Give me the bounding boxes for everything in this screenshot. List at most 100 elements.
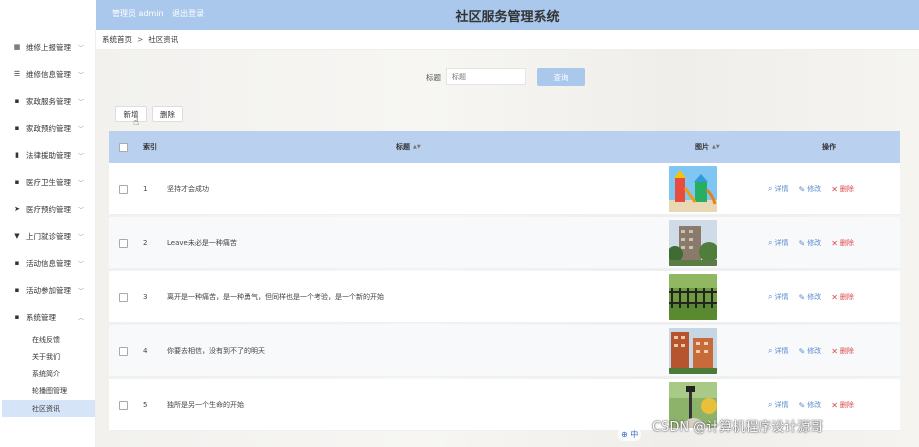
row-index: 3 [143,293,148,301]
detail-link[interactable]: ⌕ 详情 [768,346,788,356]
sidebar-item-label: 法律援助管理 [26,150,71,160]
table-header: 索引 标题 ▲▼ 图片 ▲▼ 操作 [109,131,900,163]
chevron-up-icon: ︿ [77,314,84,322]
edit-label: 修改 [807,293,822,301]
send-icon: ➤ [14,205,20,213]
edit-link[interactable]: ✎ 修改 [798,400,821,410]
sidebar-item-housekeeping[interactable]: ▪ 家政服务管理 ﹀ [0,88,96,114]
delete-link[interactable]: ✕ 删除 [831,346,854,356]
thumbnail-image [669,220,717,266]
delete-link[interactable]: ✕ 删除 [831,292,854,302]
column-header-actions: 操作 [822,143,836,151]
apps-icon: ▪ [14,124,20,132]
sidebar-item-repair-info[interactable]: ☰ 维修信息管理 ﹀ [0,61,96,87]
detail-label: 详情 [774,347,789,355]
breadcrumb: 系统首页 > 社区资讯 [96,30,919,50]
sidebar-item-activity-info[interactable]: ▪ 活动信息管理 ﹀ [0,250,96,276]
row-actions: ⌕ 详情 ✎ 修改 ✕ 删除 [768,325,864,377]
edit-link[interactable]: ✎ 修改 [798,184,821,194]
delete-button[interactable]: 删除 [152,106,183,122]
ime-toolbar[interactable]: ⊕ 中 [618,428,642,441]
sidebar-item-repair-report[interactable]: ▦ 维修上报管理 ﹀ [0,34,96,60]
sidebar-item-label: 家政服务管理 [26,96,71,106]
detail-link[interactable]: ⌕ 详情 [768,238,788,248]
row-index: 1 [143,185,148,193]
row-checkbox-cell [119,163,128,215]
edit-link[interactable]: ✎ 修改 [798,238,821,248]
apps-icon: ▪ [14,286,20,294]
delete-link[interactable]: ✕ 删除 [831,238,854,248]
edit-link[interactable]: ✎ 修改 [798,292,821,302]
chevron-down-icon: ﹀ [77,152,84,160]
sort-icon: ▲▼ [712,144,720,150]
delete-link[interactable]: ✕ 删除 [831,184,854,194]
row-checkbox-cell [119,271,128,323]
detail-label: 详情 [774,185,789,193]
sidebar-item-legal-aid[interactable]: ▮ 法律援助管理 ﹀ [0,142,96,168]
search-button[interactable]: 查询 [537,68,585,86]
column-title-label: 标题 [396,143,410,151]
table-row: 2 Leave未必是一种痛苦 ⌕ 详情 ✎ 修改 ✕ 删除 [109,217,900,269]
edit-link[interactable]: ✎ 修改 [798,346,821,356]
sidebar-item-housekeeping-booking[interactable]: ▪ 家政预约管理 ﹀ [0,115,96,141]
sidebar-item-system[interactable]: ▪ 系统管理 ︿ [0,304,96,330]
row-checkbox[interactable] [119,400,128,410]
app-title: 社区服务管理系统 [455,10,560,25]
row-title: Leave未必是一种痛苦 [167,239,237,247]
detail-label: 详情 [774,293,789,301]
sidebar-item-activity-join[interactable]: ▪ 活动参加管理 ﹀ [0,277,96,303]
ime-logo-icon: ⊕ [621,430,628,439]
row-checkbox[interactable] [119,292,128,302]
row-checkbox[interactable] [119,184,128,194]
detail-link[interactable]: ⌕ 详情 [768,292,788,302]
sidebar-item-label: 家政预约管理 [26,123,71,133]
search-input[interactable] [446,68,526,85]
search-label: 标题 [426,73,441,82]
detail-link[interactable]: ⌕ 详情 [768,400,788,410]
delete-label: 删除 [839,347,854,355]
sidebar-subitem-about[interactable]: 关于我们 [2,348,95,365]
delete-label: 删除 [839,239,854,247]
sidebar-subitem-intro[interactable]: 系统简介 [2,365,95,382]
sidebar-item-medical-booking[interactable]: ➤ 医疗预约管理 ﹀ [0,196,96,222]
close-icon: ✕ [831,238,838,248]
sort-icon: ▲▼ [413,144,421,150]
apps-icon: ▪ [14,178,20,186]
close-icon: ✕ [831,292,838,302]
detail-link[interactable]: ⌕ 详情 [768,184,788,194]
sidebar-item-home-visit[interactable]: ▼ 上门就诊管理 ﹀ [0,223,96,249]
pencil-icon: ✎ [798,292,806,302]
pin-icon: ▼ [14,232,20,240]
thumbnail-image [669,274,717,320]
row-index: 4 [143,347,148,355]
chevron-down-icon: ﹀ [77,260,84,268]
sidebar-subitem-feedback[interactable]: 在线反馈 [2,331,95,348]
column-header-title[interactable]: 标题 ▲▼ [396,131,421,163]
row-checkbox-cell [119,379,128,431]
add-button[interactable]: 新增 [115,106,147,122]
pencil-icon: ✎ [798,238,806,248]
select-all-checkbox[interactable] [119,142,128,152]
sidebar-item-label: 维修上报管理 [26,42,71,52]
breadcrumb-home[interactable]: 系统首页 [102,34,132,45]
row-actions: ⌕ 详情 ✎ 修改 ✕ 删除 [768,217,864,269]
chevron-down-icon: ﹀ [77,233,84,241]
column-header-index: 索引 [143,143,157,151]
delete-link[interactable]: ✕ 删除 [831,400,854,410]
delete-label: 删除 [839,401,854,409]
column-header-image[interactable]: 图片 ▲▼ [695,131,720,163]
sidebar-subitem-carousel[interactable]: 轮播图管理 [2,382,95,399]
apps-icon: ▪ [14,313,20,321]
row-index: 2 [143,239,148,247]
sidebar-subitem-news[interactable]: 社区资讯 [2,400,95,417]
chevron-down-icon: ﹀ [77,71,84,79]
edit-label: 修改 [807,185,822,193]
chevron-down-icon: ﹀ [77,44,84,52]
chevron-down-icon: ﹀ [77,98,84,106]
row-checkbox[interactable] [119,346,128,356]
row-checkbox[interactable] [119,238,128,248]
pencil-icon: ✎ [798,184,806,194]
breadcrumb-separator: > [137,35,144,44]
sidebar-item-medical[interactable]: ▪ 医疗卫生管理 ﹀ [0,169,96,195]
sidebar-item-label: 上门就诊管理 [26,231,71,241]
